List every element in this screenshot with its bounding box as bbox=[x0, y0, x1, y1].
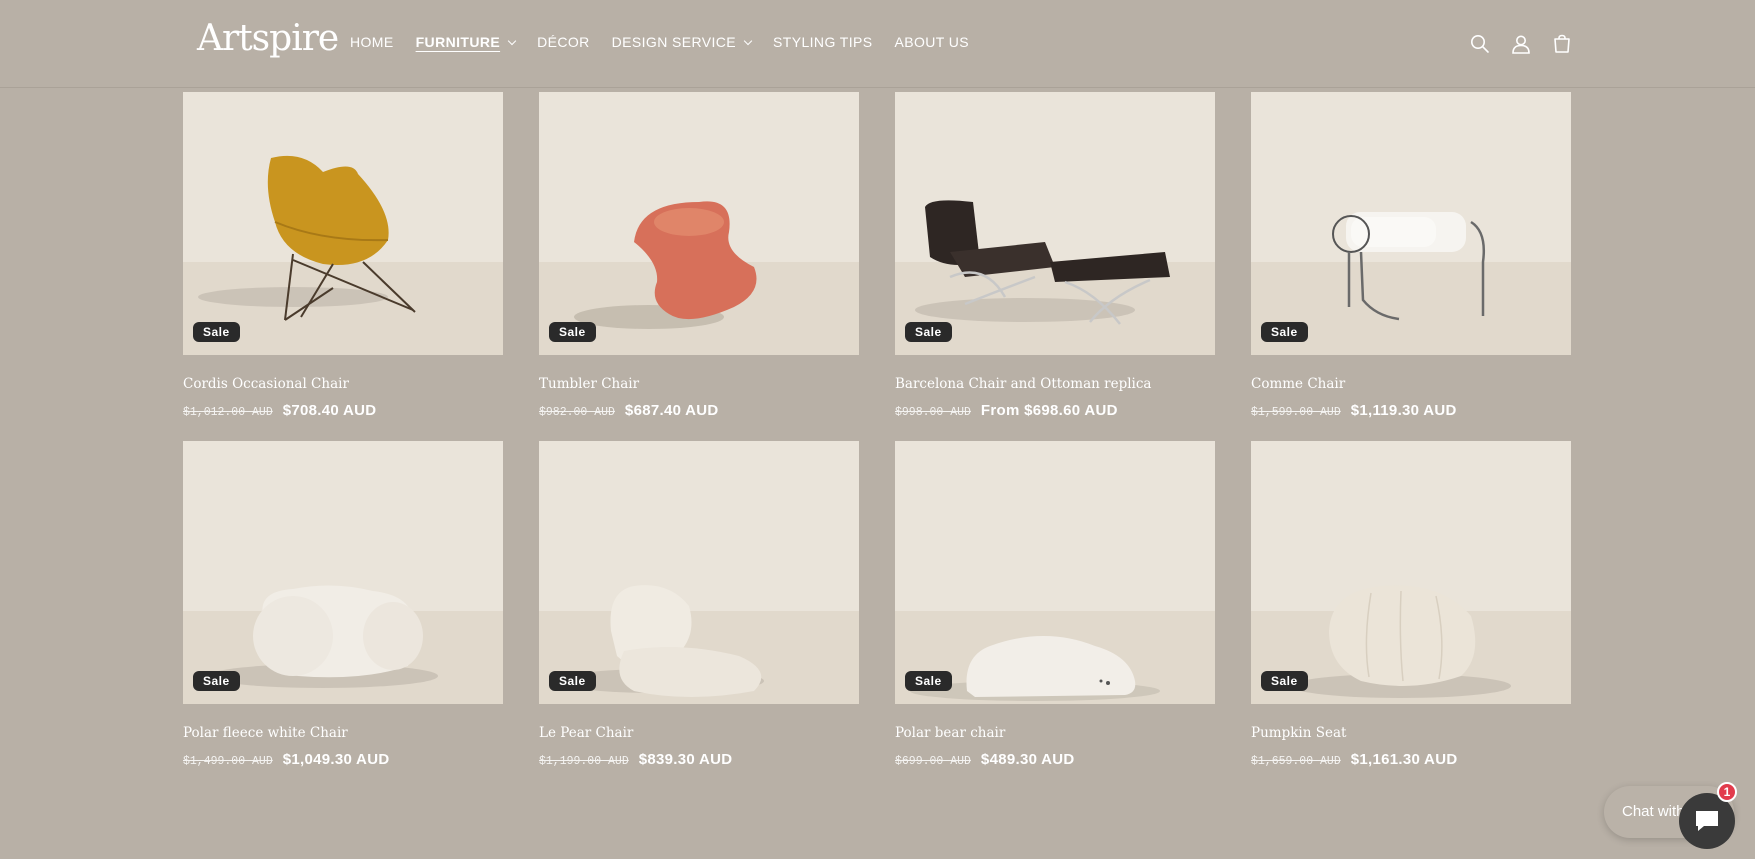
product-image[interactable] bbox=[539, 92, 859, 355]
original-price: $1,499.00 AUD bbox=[183, 755, 273, 768]
product-title[interactable]: Pumpkin Seat bbox=[1251, 725, 1346, 741]
product-title[interactable]: Polar fleece white Chair bbox=[183, 725, 348, 741]
sale-price: $489.30 AUD bbox=[980, 751, 1075, 768]
sale-price: $1,161.30 AUD bbox=[1350, 751, 1458, 768]
product-image[interactable] bbox=[1251, 441, 1571, 704]
product-title[interactable]: Polar bear chair bbox=[895, 725, 1005, 741]
sale-badge: Sale bbox=[905, 671, 952, 691]
original-price: $699.00 AUD bbox=[895, 755, 971, 768]
product-price: $699.00 AUD $489.30 AUD bbox=[895, 751, 1075, 768]
nav-decor[interactable]: DÉCOR bbox=[537, 34, 590, 50]
nav-furniture[interactable]: FURNITURE bbox=[416, 34, 517, 50]
sale-price: $1,049.30 AUD bbox=[282, 751, 390, 768]
sale-price: $1,119.30 AUD bbox=[1350, 402, 1457, 419]
original-price: $1,599.00 AUD bbox=[1251, 406, 1341, 419]
search-icon[interactable] bbox=[1466, 30, 1494, 58]
sale-badge: Sale bbox=[549, 322, 596, 342]
product-price: $1,499.00 AUD $1,049.30 AUD bbox=[183, 751, 389, 768]
chevron-down-icon bbox=[743, 36, 753, 45]
chat-label: Chat with bbox=[1622, 803, 1685, 820]
nav-styling-tips[interactable]: STYLING TIPS bbox=[773, 34, 872, 50]
site-header: Artspire HOME FURNITURE DÉCOR DESIGN SER… bbox=[0, 0, 1755, 88]
product-title[interactable]: Tumbler Chair bbox=[539, 376, 639, 392]
sale-badge: Sale bbox=[1261, 671, 1308, 691]
sale-price: $687.40 AUD bbox=[624, 402, 719, 419]
sale-badge: Sale bbox=[905, 322, 952, 342]
product-title[interactable]: Barcelona Chair and Ottoman replica bbox=[895, 376, 1151, 392]
main-nav: HOME FURNITURE DÉCOR DESIGN SERVICE STYL… bbox=[350, 34, 991, 50]
header-icons bbox=[1466, 30, 1589, 58]
product-title[interactable]: Le Pear Chair bbox=[539, 725, 633, 741]
nav-home[interactable]: HOME bbox=[350, 34, 394, 50]
product-price: $998.00 AUD From $698.60 AUD bbox=[895, 402, 1118, 419]
product-image[interactable] bbox=[1251, 92, 1571, 355]
cart-icon[interactable] bbox=[1548, 30, 1576, 58]
product-price: $1,199.00 AUD $839.30 AUD bbox=[539, 751, 732, 768]
product-price: $1,599.00 AUD $1,119.30 AUD bbox=[1251, 402, 1457, 419]
original-price: $982.00 AUD bbox=[539, 406, 615, 419]
product-image[interactable] bbox=[895, 441, 1215, 704]
product-price: $1,659.00 AUD $1,161.30 AUD bbox=[1251, 751, 1457, 768]
sale-price: From $698.60 AUD bbox=[980, 402, 1118, 419]
site-logo[interactable]: Artspire bbox=[197, 18, 339, 59]
sale-badge: Sale bbox=[1261, 322, 1308, 342]
product-image[interactable] bbox=[183, 92, 503, 355]
product-price: $982.00 AUD $687.40 AUD bbox=[539, 402, 719, 419]
nav-design-service[interactable]: DESIGN SERVICE bbox=[612, 34, 753, 50]
product-title[interactable]: Cordis Occasional Chair bbox=[183, 376, 349, 392]
nav-about-us[interactable]: ABOUT US bbox=[895, 34, 970, 50]
original-price: $1,659.00 AUD bbox=[1251, 755, 1341, 768]
sale-price: $839.30 AUD bbox=[638, 751, 733, 768]
original-price: $998.00 AUD bbox=[895, 406, 971, 419]
product-title[interactable]: Comme Chair bbox=[1251, 376, 1345, 392]
product-image[interactable] bbox=[539, 441, 859, 704]
account-icon[interactable] bbox=[1507, 30, 1535, 58]
sale-badge: Sale bbox=[549, 671, 596, 691]
product-image[interactable] bbox=[183, 441, 503, 704]
product-image[interactable] bbox=[895, 92, 1215, 355]
sale-badge: Sale bbox=[193, 671, 240, 691]
original-price: $1,199.00 AUD bbox=[539, 755, 629, 768]
original-price: $1,012.00 AUD bbox=[183, 406, 273, 419]
sale-badge: Sale bbox=[193, 322, 240, 342]
sale-price: $708.40 AUD bbox=[282, 402, 377, 419]
notification-badge: 1 bbox=[1717, 782, 1737, 802]
product-price: $1,012.00 AUD $708.40 AUD bbox=[183, 402, 376, 419]
chevron-down-icon bbox=[507, 36, 517, 45]
chat-bubble-icon bbox=[1696, 811, 1718, 831]
